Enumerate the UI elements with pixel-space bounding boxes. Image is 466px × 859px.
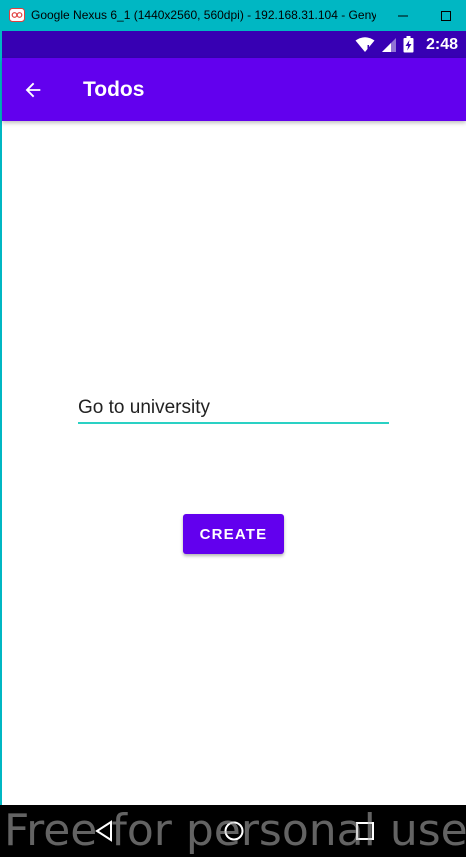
emulator-title-bar: Google Nexus 6_1 (1440x2560, 560dpi) - 1… — [0, 0, 466, 31]
signal-icon — [381, 37, 396, 52]
todo-input[interactable] — [78, 394, 389, 424]
minimize-button[interactable] — [380, 0, 426, 31]
navigation-bar — [0, 805, 466, 857]
nav-recents-icon — [356, 822, 374, 840]
window-border — [0, 31, 2, 857]
status-bar: 2:48 — [2, 31, 466, 58]
back-button[interactable] — [14, 71, 52, 109]
minimize-icon — [398, 15, 408, 16]
status-time: 2:48 — [425, 35, 458, 53]
nav-home-button[interactable] — [222, 819, 246, 843]
app-bar: Todos — [2, 58, 466, 121]
wifi-icon — [355, 36, 375, 52]
maximize-button[interactable] — [423, 0, 466, 31]
genymotion-logo-icon — [9, 8, 25, 22]
maximize-icon — [441, 10, 451, 21]
nav-recents-button[interactable] — [353, 819, 377, 843]
page-title: Todos — [83, 78, 145, 101]
create-button[interactable]: CREATE — [183, 514, 284, 554]
nav-back-icon — [95, 820, 112, 842]
nav-back-button[interactable] — [92, 819, 116, 843]
window-title: Google Nexus 6_1 (1440x2560, 560dpi) - 1… — [31, 8, 376, 22]
nav-home-icon — [224, 821, 244, 841]
battery-charging-icon — [403, 36, 414, 53]
arrow-back-icon — [25, 82, 41, 98]
